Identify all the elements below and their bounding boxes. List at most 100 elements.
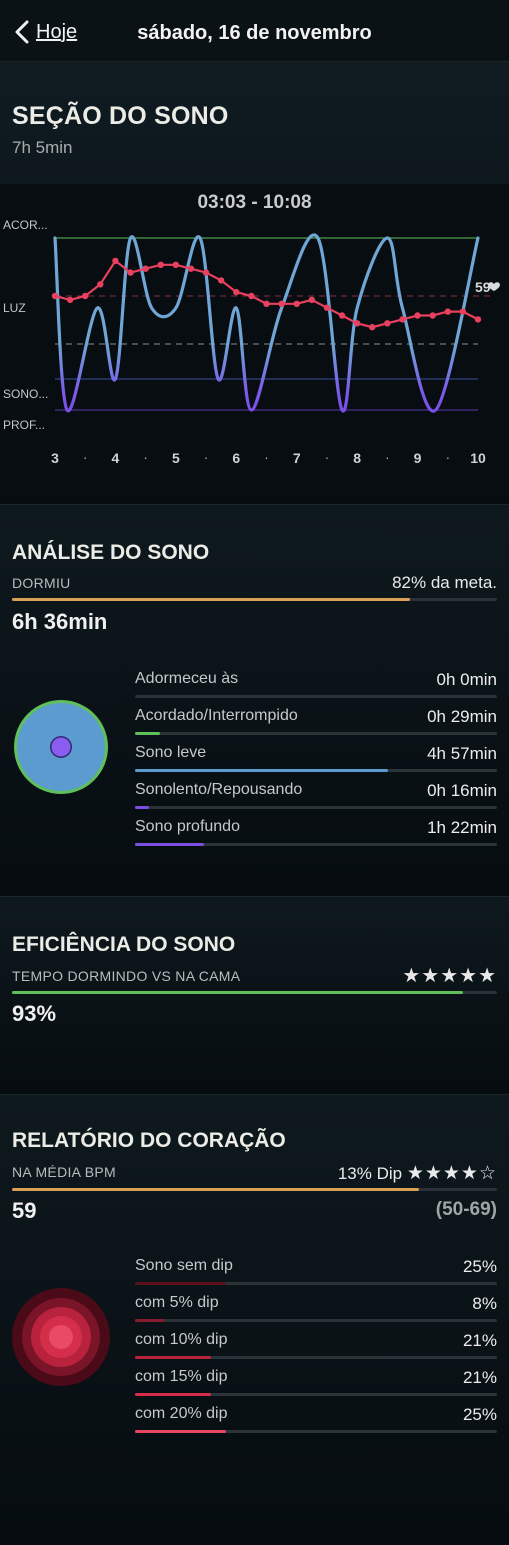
avg-bpm: 59 <box>12 1198 37 1223</box>
dip-row: Sono sem dip 25% <box>135 1257 497 1294</box>
analysis-row: Sono profundo 1h 22min <box>135 818 497 855</box>
sleep-efficiency-section: EFICIÊNCIA DO SONO TEMPO DORMINDO VS NA … <box>0 896 509 1094</box>
row-bar <box>135 1393 497 1396</box>
row-value: 4h 57min <box>427 744 497 763</box>
heart-rate-point <box>399 316 406 323</box>
row-label: com 5% dip <box>135 1294 219 1311</box>
row-bar-fill <box>135 1319 164 1322</box>
total-slept: 6h 36min <box>12 609 108 634</box>
heart-rate-point <box>248 292 255 300</box>
row-value: 0h 29min <box>427 707 497 726</box>
session-duration: 7h 5min <box>12 138 73 157</box>
heart-rate-point <box>82 292 89 300</box>
dip-text: 13% Dip <box>337 1164 403 1183</box>
heart-rate-point <box>293 300 300 307</box>
nav-bar: Hoje sábado, 16 de novembro <box>0 0 509 62</box>
sleep-chart-svg: ACOR... LUZ SONO... PROF... 3 · 4 · 5 · 6 · 7 · 8 · 9 · 10… <box>3 218 500 466</box>
heart-rate-point <box>142 265 149 272</box>
dip-row: com 10% dip 21% <box>135 1331 497 1368</box>
row-bar <box>135 1430 497 1433</box>
efficiency-value: 93% <box>12 1001 57 1026</box>
row-label: Sono leve <box>135 744 207 761</box>
section-title: RELATÓRIO DO CORAÇÃO <box>12 1129 286 1152</box>
row-value: 1h 22min <box>427 818 497 837</box>
heart-rate-point <box>384 320 391 327</box>
y-axis-label: ACOR... <box>3 218 48 232</box>
x-axis-label: 4 <box>112 450 120 466</box>
row-bar <box>135 1319 497 1322</box>
x-axis-label: 6 <box>232 450 240 466</box>
x-axis-label: 5 <box>172 450 180 466</box>
heart-rate-point <box>202 269 210 276</box>
sleep-analysis-section: ANÁLISE DO SONO DORMIU 82% da meta. 6h 3… <box>0 504 509 896</box>
x-axis-label: 9 <box>414 450 422 466</box>
heart-rate-point <box>353 320 361 327</box>
row-bar-fill <box>135 732 161 735</box>
heart-rate-point <box>414 312 421 319</box>
row-bar-fill <box>135 806 150 809</box>
sleep-session-section: SEÇÃO DO SONO 7h 5min ACOR... LUZ SONO... P… <box>0 62 509 504</box>
dip-row: com 20% dip 25% <box>135 1405 497 1442</box>
bpm-progress-bar <box>12 1188 497 1191</box>
row-value: 25% <box>462 1405 497 1424</box>
heart-ring-icon <box>12 1288 110 1386</box>
x-axis-dot: · <box>445 449 450 465</box>
row-bar-fill <box>135 1430 226 1433</box>
row-label: Adormeceu às <box>135 670 239 687</box>
heart-rate-point <box>278 300 285 307</box>
heart-rate-point <box>217 277 225 284</box>
row-label: Sono profundo <box>135 818 240 835</box>
row-bar-fill <box>135 1356 212 1359</box>
heart-rate-point <box>112 257 119 265</box>
heart-rate-point <box>66 296 74 304</box>
x-axis-dot: · <box>204 449 209 465</box>
sleep-ring-icon <box>14 700 108 794</box>
heart-rate-point <box>97 281 104 288</box>
row-bar <box>135 843 497 846</box>
row-value: 0h 16min <box>427 781 497 800</box>
row-bar-fill <box>135 1282 226 1285</box>
section-title: EFICIÊNCIA DO SONO <box>12 933 236 956</box>
bpm-range: (50-69) <box>435 1199 497 1220</box>
row-value: 21% <box>462 1368 497 1387</box>
row-label: com 15% dip <box>135 1368 228 1385</box>
y-axis-label: LUZ <box>3 301 26 315</box>
chart-time-range: 03:03 - 10:08 <box>197 192 312 213</box>
goal-progress-bar <box>12 598 497 601</box>
row-bar <box>135 806 497 809</box>
row-value: 21% <box>462 1331 497 1350</box>
row-bar <box>135 769 497 772</box>
x-axis-dot: · <box>83 449 88 465</box>
y-axis-label: SONO... <box>3 387 48 401</box>
analysis-row: Sonolento/Repousando 0h 16min <box>135 781 497 818</box>
sleep-chart[interactable]: ACOR... LUZ SONO... PROF... 3 · 4 · 5 · 6 · 7 · 8 · 9 · 10… <box>0 184 509 499</box>
x-axis-dot: · <box>143 449 148 465</box>
heart-rate-point <box>338 312 346 319</box>
x-axis-label: 10 <box>470 450 486 466</box>
heart-rate-point <box>308 296 316 304</box>
dip-row: com 5% dip 8% <box>135 1294 497 1331</box>
efficiency-caption: TEMPO DORMINDO VS NA CAMA <box>12 968 241 984</box>
x-axis-dot: · <box>385 449 390 465</box>
row-value: 25% <box>462 1257 497 1276</box>
row-label: Sonolento/Repousando <box>135 781 303 798</box>
heart-rate-point <box>157 261 164 268</box>
row-bar <box>135 1282 497 1285</box>
efficiency-progress-fill <box>12 991 464 994</box>
goal-progress-fill <box>12 598 410 601</box>
row-bar-fill <box>135 769 389 772</box>
analysis-row: Sono leve 4h 57min <box>135 744 497 781</box>
heart-rate-point <box>444 308 451 315</box>
dip-summary: 13% Dip ★★★★☆ <box>338 1162 497 1185</box>
row-bar <box>135 732 497 735</box>
row-bar-fill <box>135 843 204 846</box>
x-axis-dot: · <box>325 449 330 465</box>
page-title: sábado, 16 de novembro <box>137 22 372 44</box>
row-label: com 20% dip <box>135 1405 228 1422</box>
section-title: SEÇÃO DO SONO <box>12 102 229 130</box>
heart-rate-point <box>172 261 180 268</box>
heart-rate-point <box>187 265 195 272</box>
y-axis-label: PROF... <box>3 418 45 432</box>
row-bar <box>135 695 497 698</box>
row-value: 0h 0min <box>436 670 497 689</box>
